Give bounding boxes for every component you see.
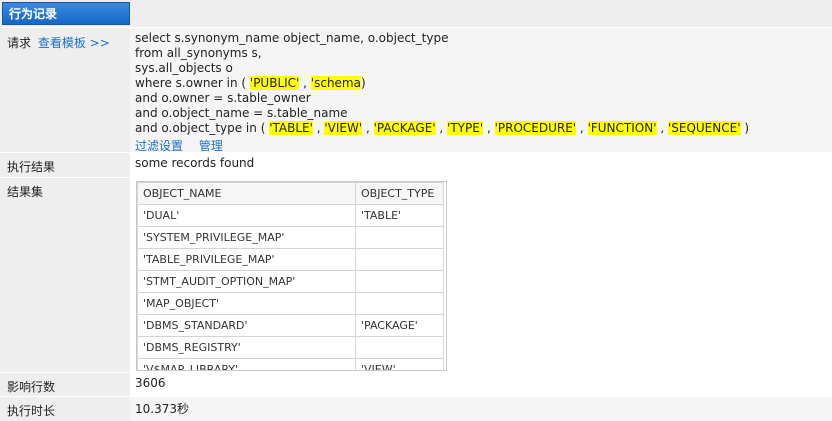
sql-line: select s.synonym_name object_name, o.obj… (135, 31, 832, 46)
result-set-label: 结果集 (0, 178, 130, 372)
table-row: 'DUAL' 'TABLE' (137, 204, 444, 227)
cell-object-type: 'TABLE' (355, 204, 444, 227)
sql-highlighted-literal: 'SEQUENCE' (667, 121, 741, 135)
table-row: 'MAP_OBJECT' (137, 292, 444, 315)
request-row: 请求 查看模板 >> select s.synonym_name object_… (0, 28, 832, 154)
sql-line: and o.object_name = s.table_name (135, 106, 832, 121)
result-table: OBJECT_NAME OBJECT_TYPE 'DUAL' 'TABLE' 'SY… (137, 182, 444, 370)
sql-text: ) (740, 121, 749, 135)
request-label: 请求 (7, 36, 32, 50)
sql-text: select s.synonym_name object_name, o.obj… (135, 31, 449, 45)
exec-time-label: 执行时长 (0, 397, 130, 421)
sql-highlighted-literal: 'PROCEDURE' (494, 121, 577, 135)
exec-time-row: 执行时长 10.373秒 (0, 397, 832, 421)
sql-text: and o.object_type in ( (135, 121, 270, 135)
cell-object-name: 'DBMS_STANDARD' (137, 314, 356, 337)
sql-highlighted-literal: 'schema (310, 76, 361, 90)
request-links: 过滤设置 管理 (135, 137, 832, 154)
sql-text: , (362, 121, 374, 135)
sql-line: and o.owner = s.table_owner (135, 91, 832, 106)
sql-query: select s.synonym_name object_name, o.obj… (135, 31, 832, 136)
table-row: 'DBMS_STANDARD' 'PACKAGE' (137, 314, 444, 337)
exec-result-row: 执行结果 some records found (0, 153, 832, 177)
column-header-object-type: OBJECT_TYPE (355, 182, 444, 205)
sql-highlighted-literal: 'TABLE' (269, 121, 313, 135)
cell-object-type (355, 292, 444, 315)
sql-text: , (656, 121, 668, 135)
header-bar: 行为记录 (0, 0, 832, 27)
result-table-scroll[interactable]: OBJECT_NAME OBJECT_TYPE 'DUAL' 'TABLE' 'SY… (136, 181, 447, 371)
sql-text: , (312, 121, 325, 135)
sql-highlighted-literal: 'FUNCTION' (587, 121, 657, 135)
tab-behavior-record[interactable]: 行为记录 (2, 2, 130, 25)
cell-object-name: 'STMT_AUDIT_OPTION_MAP' (137, 270, 356, 293)
request-label-cell: 请求 查看模板 >> (0, 28, 130, 152)
table-row: 'DBMS_REGISTRY' (137, 336, 444, 359)
affected-rows-row: 影响行数 3606 (0, 373, 832, 396)
cell-object-name: 'TABLE_PRIVILEGE_MAP' (137, 248, 356, 271)
table-header-row: OBJECT_NAME OBJECT_TYPE (137, 182, 444, 205)
sql-highlighted-literal: 'PUBLIC' (249, 76, 300, 90)
view-template-link[interactable]: 查看模板 >> (38, 36, 110, 50)
cell-object-name: 'DUAL' (137, 204, 356, 227)
exec-result-label: 执行结果 (0, 153, 130, 177)
sql-text: , (483, 121, 495, 135)
filter-settings-link[interactable]: 过滤设置 (135, 139, 183, 153)
exec-result-value: some records found (130, 153, 832, 177)
table-row: 'STMT_AUDIT_OPTION_MAP' (137, 270, 444, 293)
request-value-cell: select s.synonym_name object_name, o.obj… (130, 28, 832, 154)
affected-rows-label: 影响行数 (0, 373, 130, 396)
manage-link[interactable]: 管理 (199, 139, 223, 153)
sql-line: where s.owner in ( 'PUBLIC' , 'schema) (135, 76, 832, 91)
table-row: 'V$MAP_LIBRARY' 'VIEW' (137, 358, 444, 370)
column-header-object-name: OBJECT_NAME (137, 182, 356, 205)
exec-time-value: 10.373秒 (130, 397, 832, 421)
sql-text: , (299, 76, 311, 90)
sql-highlighted-literal: 'VIEW' (324, 121, 363, 135)
cell-object-name: 'V$MAP_LIBRARY' (137, 358, 356, 370)
sql-text: and o.object_name = s.table_name (135, 106, 348, 120)
cell-object-name: 'DBMS_REGISTRY' (137, 336, 356, 359)
cell-object-name: 'MAP_OBJECT' (137, 292, 356, 315)
cell-object-type: 'PACKAGE' (355, 314, 444, 337)
cell-object-type (355, 270, 444, 293)
sql-highlighted-literal: 'TYPE' (447, 121, 484, 135)
sql-highlighted-literal: 'PACKAGE' (373, 121, 436, 135)
cell-object-type (355, 336, 444, 359)
cell-object-type: 'VIEW' (355, 358, 444, 370)
sql-text: , (435, 121, 448, 135)
sql-text: where s.owner in ( (135, 76, 250, 90)
sql-text: , (576, 121, 588, 135)
result-table-body: 'DUAL' 'TABLE' 'SYSTEM_PRIVILEGE_MAP' 'TABL… (137, 204, 444, 370)
sql-text: and o.owner = s.table_owner (135, 91, 311, 105)
sql-line: sys.all_objects o (135, 61, 832, 76)
table-row: 'TABLE_PRIVILEGE_MAP' (137, 248, 444, 271)
sql-text: ) (360, 76, 366, 90)
sql-line: and o.object_type in ( 'TABLE' , 'VIEW' … (135, 121, 832, 136)
sql-text: sys.all_objects o (135, 61, 233, 75)
sql-text: from all_synonyms s, (135, 46, 262, 60)
cell-object-type (355, 226, 444, 249)
affected-rows-value: 3606 (130, 373, 832, 396)
table-row: 'SYSTEM_PRIVILEGE_MAP' (137, 226, 444, 249)
cell-object-name: 'SYSTEM_PRIVILEGE_MAP' (137, 226, 356, 249)
cell-object-type (355, 248, 444, 271)
sql-line: from all_synonyms s, (135, 46, 832, 61)
